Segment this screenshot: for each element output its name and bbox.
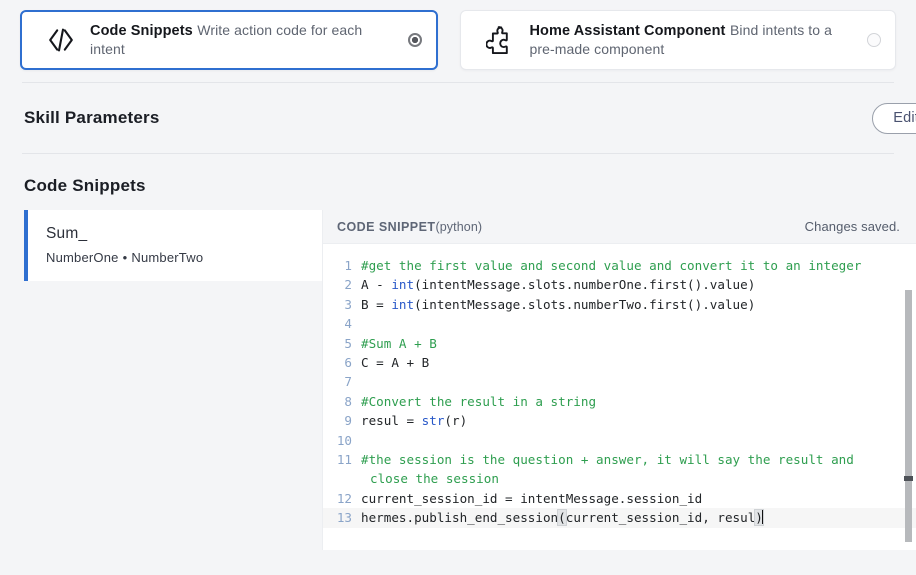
code-line: 5 #Sum A + B (323, 334, 916, 353)
code-token-keyword: str (421, 413, 445, 429)
skill-parameters-header: Skill Parameters Edit (0, 83, 916, 153)
editor-vertical-scrollbar[interactable] (904, 290, 913, 542)
line-number: 12 (336, 490, 352, 506)
code-line: 1 #get the first value and second value a… (323, 256, 916, 275)
line-content: B = int(intentMessage.slots.numberTwo.fi… (361, 295, 755, 314)
mode-card-title: Home Assistant Component (529, 23, 726, 39)
mode-card-code-snippets[interactable]: Code Snippets Write action code for each… (20, 10, 439, 70)
code-line: 10 (323, 431, 916, 450)
code-line: 3 B = int(intentMessage.slots.numberTwo.f… (323, 295, 916, 314)
code-editor-label-text: CODE SNIPPET (337, 219, 436, 234)
snippet-name: Sum_ (46, 225, 88, 242)
line-content: resul = str(r) (361, 411, 467, 430)
line-number: 1 (344, 258, 352, 273)
line-number: 3 (344, 296, 352, 312)
line-content: #Convert the result in a string (361, 393, 597, 409)
line-content: #the session is the question + answer, i… (361, 452, 854, 468)
line-content: #Sum A + B (361, 335, 437, 351)
line-content: #get the first value and second value an… (361, 258, 862, 273)
code-line: 2 A - int(intentMessage.slots.numberOne.f… (323, 275, 916, 294)
code-snippets-title: Code Snippets (24, 176, 146, 195)
code-token-keyword: int (391, 296, 415, 312)
code-editor-textarea[interactable]: 1 #get the first value and second value a… (323, 244, 916, 550)
list-item[interactable]: Sum_ NumberOne • NumberTwo (24, 210, 322, 281)
edit-skill-parameters-button[interactable]: Edit (872, 102, 916, 134)
code-snippets-body: Sum_ NumberOne • NumberTwo CODE SNIPPET(py… (24, 210, 916, 550)
code-token: resul = (361, 413, 422, 429)
code-line-active: 13 hermes.publish_end_session(current_ses… (323, 508, 916, 528)
skill-parameters-title: Skill Parameters (24, 108, 160, 127)
code-snippet-list: Sum_ NumberOne • NumberTwo (24, 210, 322, 550)
skill-mode-selector: Code Snippets Write action code for each… (0, 0, 916, 82)
code-line: 6 C = A + B (323, 353, 916, 372)
code-token: (intentMessage.slots.numberOne.first().v… (414, 277, 756, 293)
code-line-wrapped: close the session (323, 469, 916, 488)
mode-card-title: Code Snippets (90, 23, 193, 39)
puzzle-piece-icon (477, 25, 523, 55)
code-line: 8 #Convert the result in a string (323, 392, 916, 411)
line-number: 13 (336, 510, 352, 526)
line-content: hermes.publish_end_session(current_sessi… (361, 508, 764, 527)
code-line: 7 (323, 372, 916, 391)
code-token: B = (361, 296, 392, 312)
line-content: C = A + B (361, 355, 430, 371)
code-editor-panel: CODE SNIPPET(python) Changes saved. 1 #ge… (322, 210, 916, 550)
text-cursor (761, 510, 763, 525)
line-content: current_session_id = intentMessage.sessi… (361, 490, 703, 506)
line-number: 4 (344, 316, 352, 332)
code-token: hermes.publish_end_session (361, 510, 559, 526)
code-line: 4 (323, 314, 916, 333)
line-number: 7 (344, 374, 352, 390)
snippet-slot-separator: • (122, 250, 128, 265)
line-number: 8 (344, 393, 352, 409)
line-number: 5 (344, 335, 352, 351)
line-number: 11 (336, 452, 352, 468)
line-number: 9 (344, 413, 352, 429)
line-number: 2 (344, 277, 352, 293)
mode-radio-home-assistant-component[interactable] (867, 33, 881, 47)
snippet-slot-one: NumberOne (46, 250, 119, 265)
snippet-slot-two: NumberTwo (131, 250, 204, 265)
code-token: (r) (444, 413, 468, 429)
mode-card-text: Home Assistant Component Bind intents to… (523, 21, 859, 59)
code-line: 11 #the session is the question + answer,… (323, 450, 916, 469)
code-token: current_session_id, resul (565, 510, 756, 526)
code-line: 12 current_session_id = intentMessage.ses… (323, 489, 916, 508)
code-editor-label: CODE SNIPPET(python) (337, 220, 482, 234)
code-token: (intentMessage.slots.numberTwo.first().v… (414, 296, 756, 312)
code-editor-toolbar: CODE SNIPPET(python) Changes saved. (323, 210, 916, 244)
code-editor-status: Changes saved. (804, 219, 900, 234)
line-number: 10 (336, 432, 352, 448)
code-bracket-match-open: ( (557, 509, 567, 527)
code-token-keyword: int (391, 277, 415, 293)
mode-radio-code-snippets[interactable] (408, 33, 423, 47)
code-editor-language: (python) (435, 219, 483, 234)
code-brackets-icon (38, 27, 84, 53)
editor-scrollbar-thumb[interactable] (904, 476, 913, 481)
code-token: A - (361, 277, 392, 293)
line-content: A - int(intentMessage.slots.numberOne.fi… (361, 275, 755, 294)
line-number: 6 (344, 355, 352, 371)
snippet-slots: NumberOne • NumberTwo (46, 250, 322, 265)
mode-card-home-assistant-component[interactable]: Home Assistant Component Bind intents to… (460, 10, 896, 70)
code-line: 9 resul = str(r) (323, 411, 916, 430)
mode-card-text: Code Snippets Write action code for each… (84, 21, 400, 59)
line-content-continued: close the session (370, 471, 499, 487)
